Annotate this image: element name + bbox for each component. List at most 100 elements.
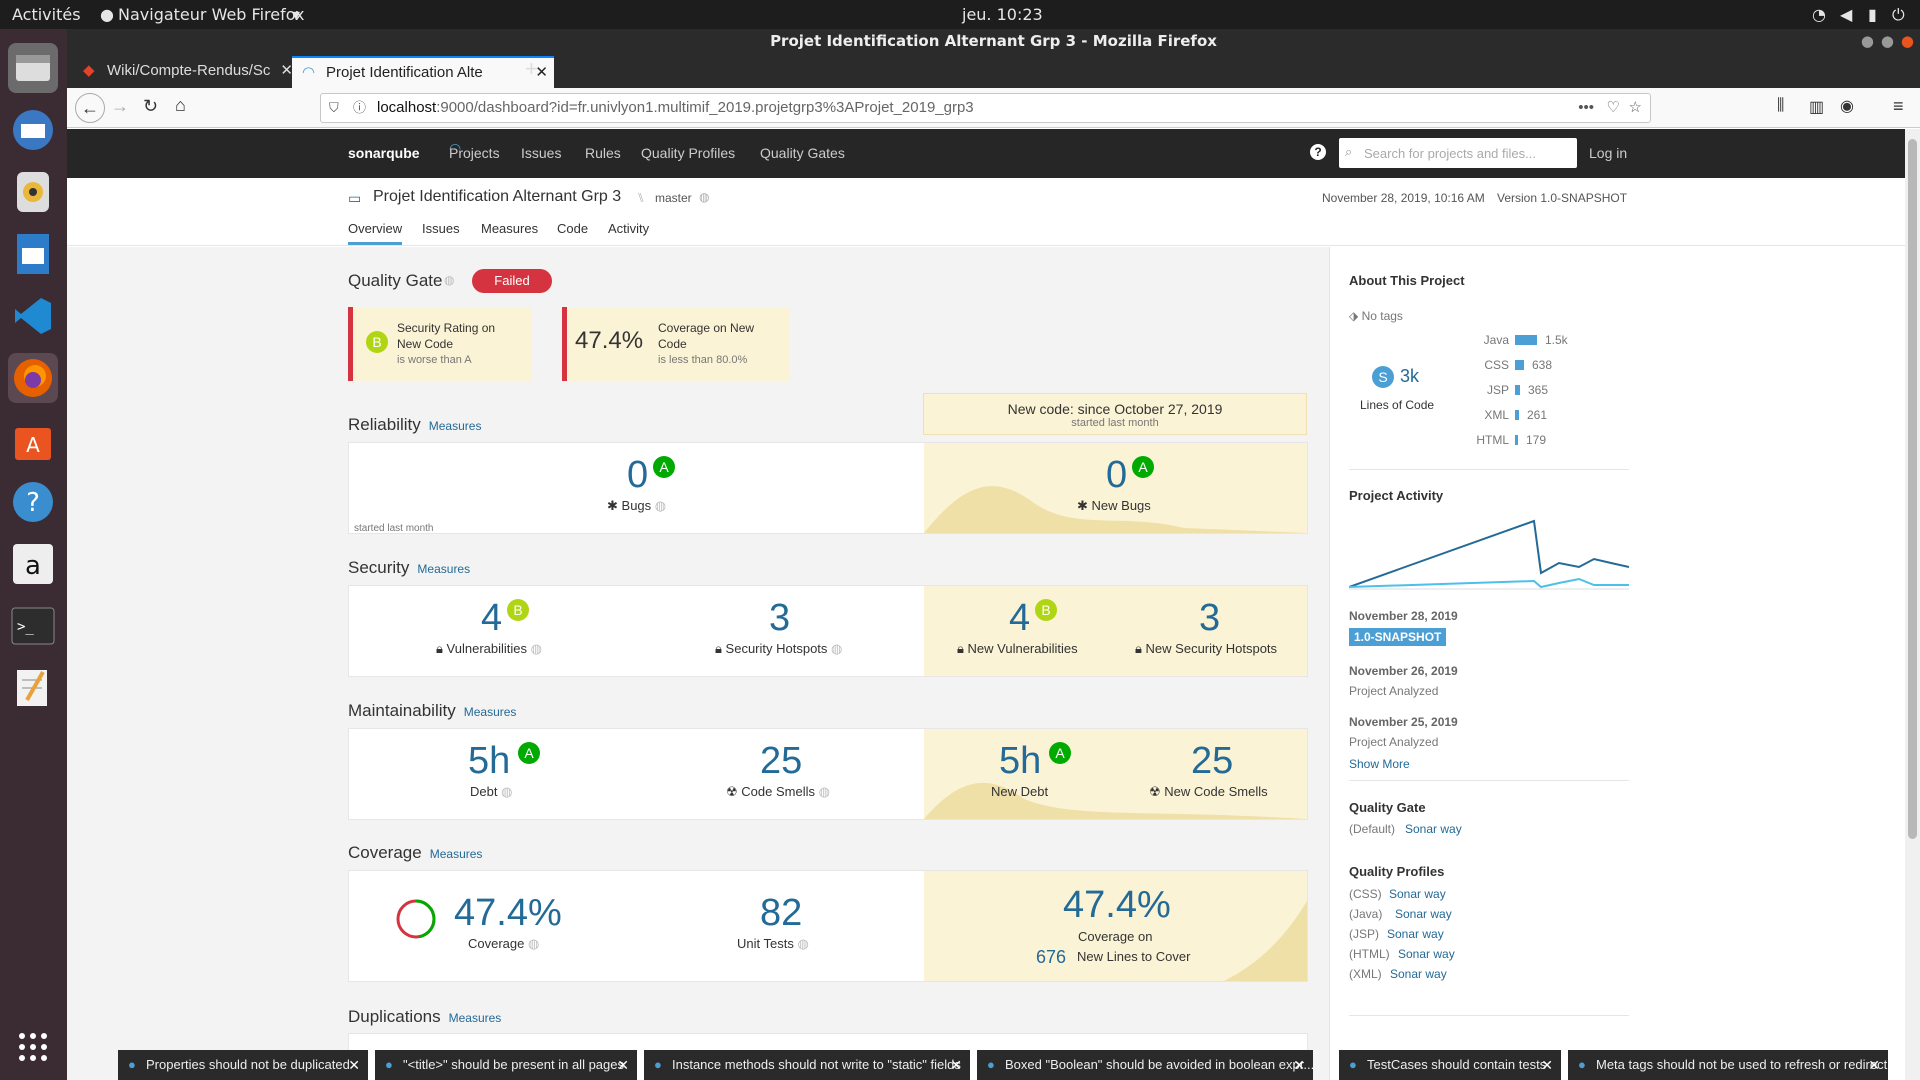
tab-projet[interactable]: ◠ Projet Identification Alte ✕ [292, 56, 554, 88]
debt-rating[interactable]: A [518, 742, 540, 764]
new-debt-value[interactable]: 5h [999, 740, 1041, 783]
activities-button[interactable]: Activités [12, 5, 81, 24]
maintainability-measures-link[interactable]: Measures [464, 705, 517, 719]
tab-activity[interactable]: Activity [608, 221, 649, 236]
close-icon[interactable]: ✕ [617, 1050, 629, 1080]
text-editor-icon[interactable] [8, 663, 58, 713]
nav-rules[interactable]: Rules [585, 145, 621, 161]
new-coverage-value[interactable]: 47.4% [1063, 884, 1171, 927]
library-icon[interactable]: ⫼ [1777, 97, 1784, 115]
close-window-icon[interactable]: ● [1901, 29, 1914, 53]
minimize-icon[interactable]: ● [1861, 29, 1874, 53]
tab-measures[interactable]: Measures [481, 221, 538, 236]
bugs-value[interactable]: 0 [627, 454, 648, 497]
profile-link[interactable]: Sonar way [1389, 887, 1446, 901]
new-bugs-rating[interactable]: A [1132, 456, 1154, 478]
back-icon[interactable]: ← [75, 93, 105, 123]
reload-icon[interactable]: ↻ [143, 96, 158, 117]
amazon-icon[interactable]: a [8, 539, 58, 589]
close-icon[interactable]: ✕ [1868, 1050, 1880, 1080]
project-name[interactable]: Projet Identification Alternant Grp 3 [373, 188, 621, 206]
security-measures-link[interactable]: Measures [417, 562, 470, 576]
tab-wiki[interactable]: ◆ Wiki/Compte-Rendus/Sc ✕ [73, 56, 297, 88]
new-bugs-value[interactable]: 0 [1106, 454, 1127, 497]
qg-condition-coverage[interactable]: 47.4% Coverage on New Code is less than … [562, 307, 790, 381]
page-actions-icon[interactable]: ••• [1578, 94, 1594, 122]
quality-gate-link[interactable]: Sonar way [1405, 822, 1462, 836]
close-icon[interactable]: ✕ [348, 1050, 360, 1080]
profile-link[interactable]: Sonar way [1387, 927, 1444, 941]
firefox-dock-icon[interactable] [8, 353, 58, 403]
branch-help-icon[interactable]: ◍ [699, 190, 709, 204]
wifi-icon[interactable]: ◔ [1812, 5, 1826, 24]
coverage-measures-link[interactable]: Measures [430, 847, 483, 861]
new-lines-value[interactable]: 676 [1036, 947, 1066, 968]
bookmark-star-icon[interactable]: ☆ [1629, 94, 1642, 122]
help-icon[interactable]: ◍ [444, 273, 454, 287]
close-icon[interactable]: ✕ [1541, 1050, 1553, 1080]
show-more-link[interactable]: Show More [1349, 757, 1410, 771]
code-smells-value[interactable]: 25 [760, 740, 802, 783]
app-menu[interactable]: Navigateur Web Firefox [118, 5, 305, 24]
help-icon[interactable]: ? [1310, 144, 1326, 160]
close-icon[interactable]: ✕ [1293, 1050, 1305, 1080]
activity-graph[interactable] [1349, 513, 1629, 593]
login-link[interactable]: Log in [1589, 145, 1627, 161]
home-icon[interactable]: ⌂ [175, 95, 186, 116]
notification-toast[interactable]: ● "<title>" should be present in all page… [375, 1050, 637, 1080]
reliability-measures-link[interactable]: Measures [429, 419, 482, 433]
search-input[interactable]: ⌕ Search for projects and files... [1339, 138, 1577, 168]
new-vulnerabilities-rating[interactable]: B [1035, 599, 1057, 621]
new-debt-rating[interactable]: A [1049, 742, 1071, 764]
sonarqube-logo[interactable]: sonarqube [348, 145, 420, 161]
nav-quality-profiles[interactable]: Quality Profiles [641, 145, 735, 161]
power-icon[interactable]: ⏻ [1892, 5, 1905, 25]
nav-issues[interactable]: Issues [521, 145, 561, 161]
duplications-measures-link[interactable]: Measures [449, 1011, 502, 1025]
coverage-donut[interactable] [395, 898, 437, 940]
scrollbar-thumb[interactable] [1908, 139, 1917, 839]
new-vulnerabilities-value[interactable]: 4 [1009, 597, 1030, 640]
hotspots-value[interactable]: 3 [769, 597, 790, 640]
url-bar[interactable]: ⛉ ⓘ localhost:9000/dashboard?id=fr.univl… [320, 93, 1651, 123]
clock[interactable]: jeu. 10:23 [962, 5, 1043, 24]
software-icon[interactable]: A [8, 415, 58, 465]
tab-overview[interactable]: Overview [348, 221, 403, 245]
new-hotspots-value[interactable]: 3 [1199, 597, 1220, 640]
volume-icon[interactable]: ◀ [1840, 5, 1852, 24]
rhythmbox-icon[interactable] [8, 167, 58, 217]
notification-toast[interactable]: ● Boxed "Boolean" should be avoided in bo… [977, 1050, 1313, 1080]
maximize-icon[interactable]: ● [1881, 29, 1894, 53]
vulnerabilities-value[interactable]: 4 [481, 597, 502, 640]
thunderbird-icon[interactable] [8, 105, 58, 155]
coverage-value[interactable]: 47.4% [454, 892, 562, 935]
forward-icon[interactable]: → [111, 96, 129, 117]
nav-quality-gates[interactable]: Quality Gates [760, 145, 845, 161]
notification-toast[interactable]: ● TestCases should contain tests ✕ [1339, 1050, 1561, 1080]
profile-link[interactable]: Sonar way [1398, 947, 1455, 961]
notification-toast[interactable]: ● Properties should not be duplicated ✕ [118, 1050, 368, 1080]
lines-of-code-value[interactable]: 3k [1400, 366, 1419, 387]
menu-icon[interactable]: ≡ [1893, 96, 1904, 117]
tab-code[interactable]: Code [557, 221, 588, 236]
debt-value[interactable]: 5h [468, 740, 510, 783]
writer-icon[interactable] [8, 229, 58, 279]
bugs-rating[interactable]: A [653, 456, 675, 478]
sidebar-icon[interactable]: ▥ [1809, 97, 1824, 117]
vscode-icon[interactable] [8, 291, 58, 341]
battery-icon[interactable]: ▮ [1868, 5, 1877, 24]
shield-icon[interactable]: ⛉ [329, 94, 339, 122]
notification-toast[interactable]: ● Instance methods should not write to "s… [644, 1050, 970, 1080]
tags[interactable]: ⬗ No tags [1349, 309, 1403, 323]
help-icon[interactable]: ? [8, 477, 58, 527]
scrollbar[interactable] [1905, 129, 1920, 1080]
new-tab-icon[interactable]: + [525, 56, 538, 82]
info-icon[interactable]: ⓘ [353, 94, 366, 122]
new-code-smells-value[interactable]: 25 [1191, 740, 1233, 783]
close-icon[interactable]: ✕ [950, 1050, 962, 1080]
tab-issues[interactable]: Issues [422, 221, 460, 236]
pocket-icon[interactable]: ♡ [1607, 94, 1620, 122]
branch-name[interactable]: master [655, 191, 692, 205]
qg-condition-security[interactable]: B Security Rating on New Code is worse t… [348, 307, 532, 381]
account-icon[interactable]: ◉ [1840, 96, 1854, 116]
